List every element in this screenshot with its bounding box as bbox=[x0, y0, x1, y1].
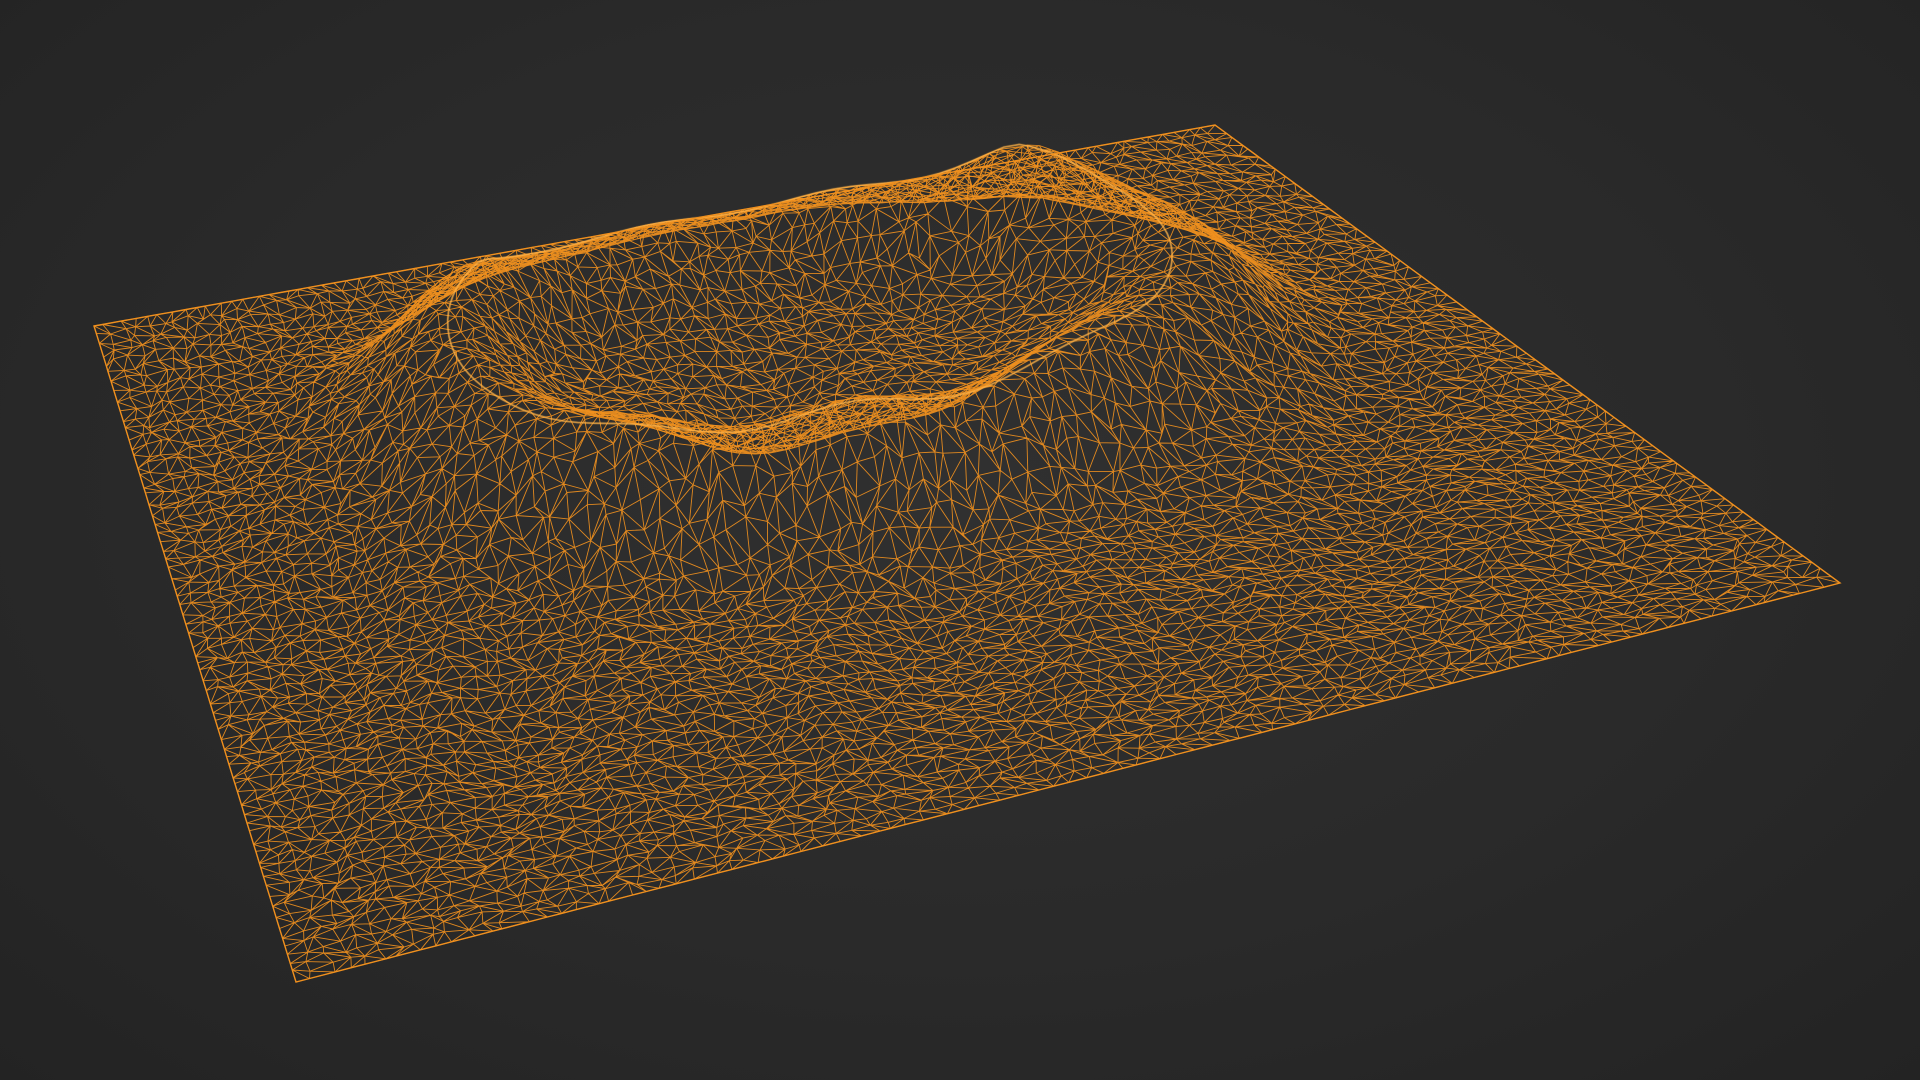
mesh-edge-batch bbox=[192, 333, 1564, 705]
terrain-wireframe-mesh bbox=[93, 124, 1842, 983]
mesh-edges bbox=[93, 124, 1841, 983]
mesh-edge-batch bbox=[226, 417, 1661, 806]
mesh-edge-batch bbox=[275, 528, 1812, 964]
viewport-background bbox=[0, 0, 1920, 1080]
mesh-edge-batch bbox=[93, 124, 1259, 382]
